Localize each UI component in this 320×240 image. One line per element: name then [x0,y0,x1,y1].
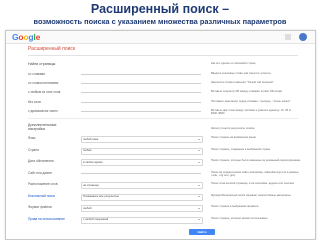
select-value: в любое время [83,159,103,164]
refine-row-label: Сайт или домен [28,170,52,175]
screenshot-window: Google Расширенный поиск Найти страницы … [5,30,316,240]
refine-row: Права на использование с любой лицензией П… [28,216,303,225]
select-value: любая [83,148,92,152]
slide-title: Расширенный поиск – [90,2,230,16]
slide-subtitle: возможность поиска с указанием множества… [33,17,287,26]
find-row-hint: Поставьте знак минус перед словами: -гры… [211,99,291,103]
site-domain-input[interactable] [81,172,201,174]
google-logo[interactable]: Google [12,32,40,42]
avatar[interactable] [299,33,307,41]
apps-grid-icon[interactable] [285,34,291,40]
section-find-hint: Как это сделать в поисковой строке [211,62,256,65]
refine-row-select[interactable]: в любое время [81,159,203,166]
heading-divider [28,55,298,56]
refine-row-select[interactable]: Показывать все результаты [81,193,203,201]
refine-row-hint: Поиск страниц, которые были изменены за … [211,159,301,162]
section-refine-title: Дополнительные настройки [28,123,57,132]
refine-row-label: Формат файлов [28,205,52,209]
refine-row-hint: Поиск страниц, которые можно использоват… [211,216,269,220]
refine-row-select[interactable]: на странице [81,182,203,189]
refine-row: Формат файлов любой Поиск страниц в выбран… [28,204,303,213]
find-row-input[interactable] [81,101,201,103]
chevron-down-icon [198,219,200,221]
chevron-down-icon [198,184,200,186]
refine-row: Страна любая Поиск страниц, созданных в вы… [28,147,303,156]
find-row-label: со словами [28,72,45,76]
find-row-hint: Вставьте оператор OR между словами: коти… [211,90,283,94]
chevron-down-icon [198,161,200,163]
find-row-label: со словосочетанием [28,81,59,86]
refine-row-label[interactable]: Безопасный поиск [28,194,78,199]
refine-row-hint: Поиск страниц, созданных в выбранной стр… [211,147,271,151]
section-find-title: Найти страницы [28,62,56,66]
refine-row-label: Страна [28,147,39,152]
refine-row: Безопасный поиск Показывать все результат… [28,193,303,202]
google-top-bar: Google [6,31,315,44]
submit-button[interactable]: Найти [189,229,215,235]
find-row-label: с любым из этих слов [28,90,61,95]
refine-row-select[interactable]: любой [81,205,203,212]
refine-row-label: Дата обновления [28,159,54,163]
refine-row-hint: Поиск на определенном сайте (например, w… [211,170,299,177]
find-row: без слов Поставьте знак минус перед слова… [28,99,303,108]
select-value: Показывать все результаты [83,194,119,198]
refine-row-hint: Поиск слов на всей странице, в её заголо… [211,182,295,185]
refine-row: Расположение слов на странице Поиск слов н… [28,181,303,190]
refine-row-hint: Функция Безопасный поиск скрывает неприс… [211,193,292,197]
section-refine-hint: Затем уточните результаты поиска [211,127,255,130]
chevron-down-icon [198,138,200,140]
chevron-down-icon [198,196,200,198]
refine-row: Язык любой язык Поиск страниц на выбранном… [28,135,303,144]
refine-row-label: Язык [28,136,36,140]
refine-row-select[interactable]: с любой лицензией [81,216,203,224]
refine-row: Дата обновления в любое время Поиск страни… [28,158,303,167]
select-value: с любой лицензией [83,217,109,221]
find-row: со словами Введите ключевые слова: как пи… [28,71,303,80]
select-value: любой [83,205,92,210]
find-row-input[interactable] [81,92,201,94]
find-row: с диапазоном чисел Вставьте две точки меж… [28,108,303,117]
find-row-input[interactable] [81,110,201,112]
find-row-label: с диапазоном чисел [28,108,58,113]
find-row-hint: Вставьте две точки между числами и укажи… [211,108,292,116]
find-row: со словосочетанием Заключите слова в кавы… [28,80,303,89]
chevron-down-icon [198,207,200,209]
page-title: Расширенный поиск [28,46,76,52]
logo-letter: e [35,32,41,42]
find-row-input[interactable] [81,74,201,75]
find-row-label: без слов [28,99,41,104]
find-row-hint: Заключите слова в кавычки: "белый чай зе… [211,81,274,85]
refine-row-select[interactable]: любая [81,147,203,155]
find-row-hint: Введите ключевые слова: как пишется «гла… [211,72,271,75]
refine-row-select[interactable]: любой язык [81,136,203,143]
section-divider [28,118,298,119]
chevron-down-icon [198,150,200,152]
refine-row-hint: Поиск страниц в выбранном формате. [211,205,260,208]
refine-row-hint: Поиск страниц на выбранном языке. [211,136,257,139]
select-value: на странице [83,182,99,187]
select-value: любой язык [83,136,99,141]
refine-row: Сайт или домен Поиск на определенном сайт… [28,170,303,179]
find-row: с любым из этих слов Вставьте оператор OR… [28,89,303,98]
refine-row-label[interactable]: Права на использование [28,217,78,222]
find-row-input[interactable] [81,83,201,85]
refine-row-label: Расположение слов [28,182,58,186]
